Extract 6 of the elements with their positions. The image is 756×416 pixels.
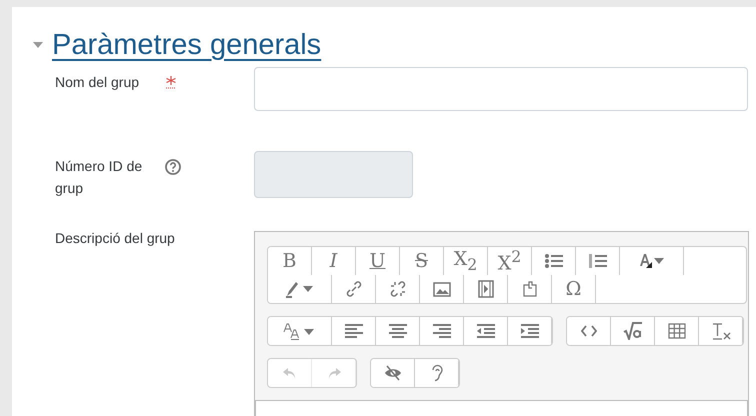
text-editor[interactable]: B I U S X$_{2}$ X$^{2}$ Ω	[254, 231, 749, 416]
toolbar-button[interactable]: B	[268, 247, 312, 275]
field-label: Nom del grup	[55, 73, 140, 92]
field-label: Descripció del grup	[55, 229, 176, 248]
section-heading[interactable]: Paràmetres generals	[52, 28, 322, 62]
field-label: Número ID de grup	[55, 157, 144, 198]
